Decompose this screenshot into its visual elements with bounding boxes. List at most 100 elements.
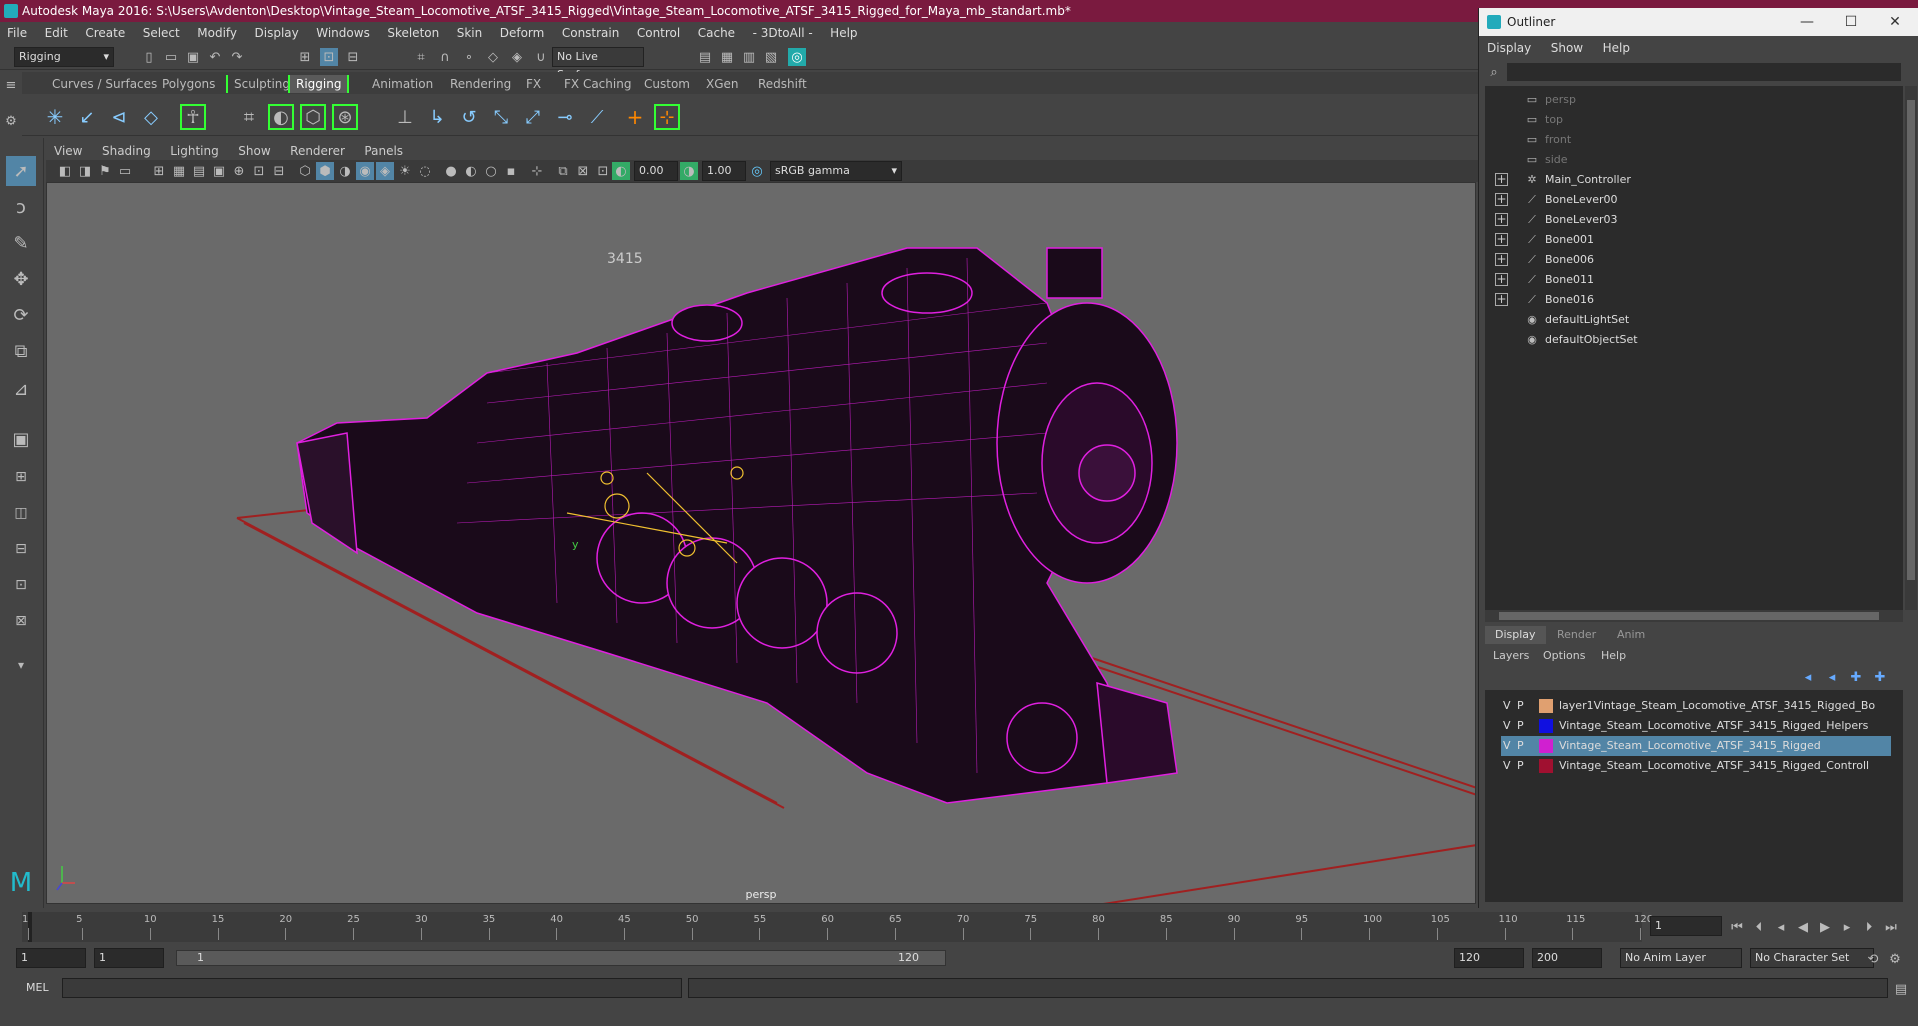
- step-back-frame-icon[interactable]: ◂: [1772, 918, 1790, 936]
- layer-visibility-toggle[interactable]: V: [1503, 756, 1511, 776]
- ik-spline-icon[interactable]: ⊲: [106, 104, 132, 130]
- expand-icon[interactable]: +: [1495, 293, 1508, 306]
- new-layer-icon[interactable]: ✚: [1847, 668, 1865, 686]
- menu-select[interactable]: Select: [136, 22, 187, 44]
- menu-cache[interactable]: Cache: [691, 22, 742, 44]
- anim-preferences-icon[interactable]: ⚙: [1886, 950, 1904, 968]
- bookmark-icon[interactable]: ⚑: [96, 162, 114, 180]
- graph-view-icon[interactable]: ⊟: [6, 534, 36, 564]
- move-tool-icon[interactable]: ✥: [6, 264, 36, 294]
- isolate-icon[interactable]: ○: [482, 162, 500, 180]
- redo-icon[interactable]: ↷: [228, 48, 246, 66]
- expand-icon[interactable]: +: [1495, 253, 1508, 266]
- snap-view-icon[interactable]: ◇: [484, 48, 502, 66]
- mel-label[interactable]: MEL: [26, 981, 49, 994]
- lasso-tool-icon[interactable]: ↄ: [6, 192, 36, 222]
- film-gate-icon[interactable]: ▦: [170, 162, 188, 180]
- panel-menu-shading[interactable]: Shading: [94, 142, 159, 160]
- menu-create[interactable]: Create: [78, 22, 132, 44]
- playback-start-field[interactable]: 1: [94, 948, 164, 968]
- scale-constraint-icon[interactable]: ⤡: [488, 104, 514, 130]
- animation-start-field[interactable]: 1: [16, 948, 86, 968]
- outliner-item[interactable]: + ⟋ BoneLever03: [1485, 210, 1903, 230]
- scale-tool-icon[interactable]: ⧉: [6, 336, 36, 366]
- gate-mask-icon[interactable]: ▣: [210, 162, 228, 180]
- lattice-icon[interactable]: ⬡: [300, 104, 326, 130]
- maximize-icon[interactable]: ☐: [1831, 8, 1871, 36]
- ik-handle-icon[interactable]: ↙: [74, 104, 100, 130]
- anim-layer-dropdown[interactable]: No Anim Layer: [1620, 948, 1742, 968]
- go-to-start-icon[interactable]: ⏮: [1728, 918, 1746, 936]
- select-hierarchy-icon[interactable]: ⊞: [296, 48, 314, 66]
- tab-polygons[interactable]: Polygons: [156, 75, 221, 93]
- render-view-icon[interactable]: ▦: [718, 48, 736, 66]
- wireframe-on-shaded-icon[interactable]: ◑: [336, 162, 354, 180]
- outliner-item[interactable]: + ✲ Main_Controller: [1485, 170, 1903, 190]
- xray-joints-icon[interactable]: ◐: [462, 162, 480, 180]
- menu-deform[interactable]: Deform: [493, 22, 552, 44]
- outliner-hscroll-thumb[interactable]: [1499, 612, 1879, 620]
- tab-layer-display[interactable]: Display: [1485, 626, 1546, 644]
- tab-redshift[interactable]: Redshift: [752, 75, 813, 93]
- layer-color-swatch[interactable]: [1539, 699, 1553, 713]
- outliner-item[interactable]: ▭ side: [1485, 150, 1903, 170]
- new-scene-icon[interactable]: ▯: [140, 48, 158, 66]
- outliner-view-icon[interactable]: ⊡: [6, 570, 36, 600]
- snap-curve-icon[interactable]: ∩: [436, 48, 454, 66]
- menu-file[interactable]: File: [0, 22, 34, 44]
- four-view-icon[interactable]: ⊞: [6, 462, 36, 492]
- layer-row[interactable]: V P Vintage_Steam_Locomotive_ATSF_3415_Rig…: [1501, 736, 1891, 756]
- step-forward-key-icon[interactable]: ⏵: [1860, 918, 1878, 936]
- paint-select-icon[interactable]: ✎: [6, 228, 36, 258]
- layer-playback-toggle[interactable]: P: [1517, 736, 1524, 756]
- search-icon[interactable]: ⌕: [1485, 63, 1503, 81]
- layer-visibility-toggle[interactable]: V: [1503, 716, 1511, 736]
- ambient-occlusion-icon[interactable]: ◌: [416, 162, 434, 180]
- grid-toggle-icon[interactable]: ⊞: [150, 162, 168, 180]
- select-tool-icon[interactable]: ➚: [6, 156, 36, 186]
- layer-menu-layers[interactable]: Layers: [1493, 649, 1529, 662]
- cluster-handle-icon[interactable]: ⊹: [654, 104, 680, 130]
- panel-menu-view[interactable]: View: [46, 142, 90, 160]
- xray-icon[interactable]: ●: [442, 162, 460, 180]
- bind-skin-icon[interactable]: ⌗: [236, 104, 262, 130]
- outliner-item[interactable]: + ⟋ BoneLever00: [1485, 190, 1903, 210]
- layout-menu-icon[interactable]: ▾: [6, 650, 36, 680]
- playback-end-field[interactable]: 120: [1454, 948, 1524, 968]
- panel-menu-lighting[interactable]: Lighting: [162, 142, 227, 160]
- layer-row[interactable]: V Player1Vintage_Steam_Locomotive_ATSF_34…: [1501, 696, 1891, 716]
- auto-key-icon[interactable]: ⟲: [1864, 950, 1882, 968]
- open-scene-icon[interactable]: ▭: [162, 48, 180, 66]
- field-chart-icon[interactable]: ⊕: [230, 162, 248, 180]
- gamma-icon[interactable]: ◑: [680, 162, 698, 180]
- layer-menu-options[interactable]: Options: [1543, 649, 1585, 662]
- outliner-item[interactable]: + ⟋ Bone006: [1485, 250, 1903, 270]
- layer-row[interactable]: V P Vintage_Steam_Locomotive_ATSF_3415_Rig…: [1501, 716, 1891, 736]
- panel-menu-show[interactable]: Show: [230, 142, 278, 160]
- expand-icon[interactable]: +: [1495, 173, 1508, 186]
- current-frame-field[interactable]: 1: [1650, 916, 1722, 936]
- two-sided-lighting-icon[interactable]: ⊡: [594, 162, 612, 180]
- go-to-end-icon[interactable]: ⏭: [1882, 918, 1900, 936]
- step-forward-frame-icon[interactable]: ▸: [1838, 918, 1856, 936]
- render-globe-icon[interactable]: ◎: [788, 48, 806, 66]
- color-space-dropdown[interactable]: sRGB gamma ▾: [770, 161, 902, 181]
- menu-edit[interactable]: Edit: [38, 22, 75, 44]
- exposure-field[interactable]: 0.00: [634, 161, 678, 181]
- play-forwards-icon[interactable]: ▶: [1816, 918, 1834, 936]
- play-backwards-icon[interactable]: ◀: [1794, 918, 1812, 936]
- smooth-shade-icon[interactable]: ⬢: [316, 162, 334, 180]
- last-tool-icon[interactable]: ⊿: [6, 374, 36, 404]
- time-slider[interactable]: 1 5 10 15 20 25 30 35 40 45 50 55 60 65 70 75 80 85 90 95 10…: [0, 908, 1918, 946]
- resolution-gate-icon[interactable]: ▤: [190, 162, 208, 180]
- command-input[interactable]: [62, 978, 682, 998]
- undo-icon[interactable]: ↶: [206, 48, 224, 66]
- script-editor-icon[interactable]: ▤: [1892, 980, 1910, 998]
- geometry-constraint-icon[interactable]: ⟋: [584, 104, 610, 130]
- outliner-vertical-scrollbar[interactable]: [1905, 86, 1917, 610]
- layer-row[interactable]: V P Vintage_Steam_Locomotive_ATSF_3415_Rig…: [1501, 756, 1891, 776]
- minimize-icon[interactable]: —: [1787, 8, 1827, 36]
- panel-menu-panels[interactable]: Panels: [356, 142, 411, 160]
- tab-curves-surfaces[interactable]: Curves / Surfaces: [46, 75, 163, 93]
- menu-display[interactable]: Display: [248, 22, 306, 44]
